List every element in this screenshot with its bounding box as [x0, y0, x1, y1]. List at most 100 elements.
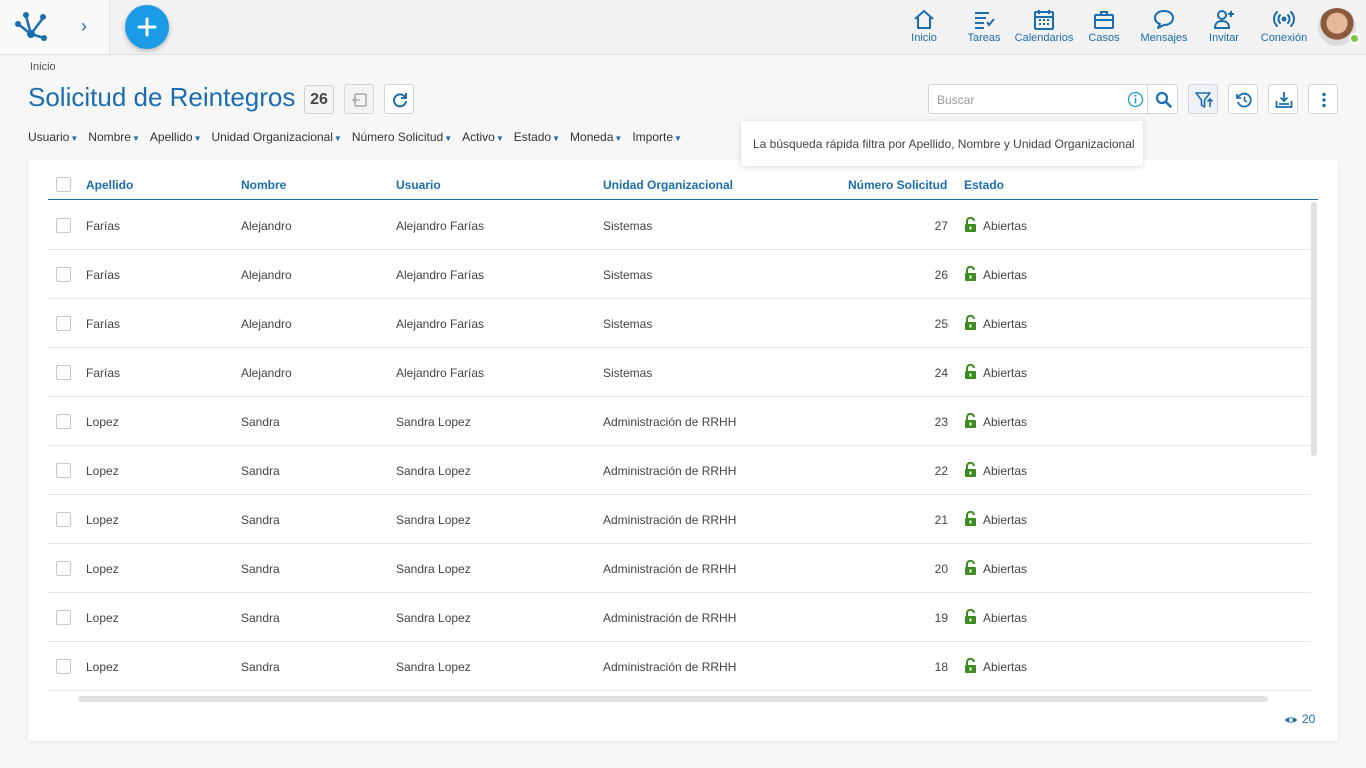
- chevron-down-icon: ▼: [552, 134, 561, 143]
- nav-invite[interactable]: Invitar: [1204, 8, 1244, 48]
- expand-menu-button[interactable]: ›: [74, 15, 94, 37]
- table-cell-number: 27: [934, 219, 948, 233]
- row-checkbox[interactable]: [56, 512, 71, 527]
- status-label: Abiertas: [983, 611, 1028, 625]
- vertical-scrollbar[interactable]: [1311, 202, 1317, 456]
- row-checkbox[interactable]: [56, 463, 71, 478]
- nav-home[interactable]: Inicio: [904, 8, 944, 48]
- unlock-icon: [965, 413, 976, 428]
- filter-usuario[interactable]: Usuario▼: [28, 130, 78, 144]
- table-row[interactable]: Lopez Sandra Sandra Lopez Administración de…: [48, 544, 1311, 593]
- table-cell: Sandra Lopez: [396, 464, 471, 478]
- table-cell: Alejandro Farías: [396, 317, 485, 331]
- horizontal-scrollbar[interactable]: [78, 696, 1268, 702]
- column-header-estado[interactable]: Estado: [964, 178, 1004, 192]
- filter-label: Moneda: [570, 130, 614, 144]
- unlock-icon: [965, 511, 976, 526]
- filter-moneda[interactable]: Moneda▼: [570, 130, 622, 144]
- search-input[interactable]: [937, 91, 1117, 109]
- tasks-icon: [975, 12, 995, 29]
- history-button[interactable]: [1228, 84, 1258, 114]
- chevron-down-icon: ▼: [614, 134, 623, 143]
- table-cell: Alejandro: [241, 366, 292, 380]
- table-row[interactable]: Lopez Sandra Sandra Lopez Administración de…: [48, 446, 1311, 495]
- row-checkbox[interactable]: [56, 414, 71, 429]
- filter-numero-solicitud[interactable]: Número Solicitud▼: [352, 130, 452, 144]
- table-row[interactable]: Farías Alejandro Alejandro Farías Sistemas 2…: [48, 348, 1311, 397]
- column-header-usuario[interactable]: Usuario: [396, 178, 441, 192]
- chevron-down-icon: ▼: [495, 134, 504, 143]
- filter-apellido[interactable]: Apellido▼: [150, 130, 202, 144]
- filter-importe[interactable]: Importe▼: [632, 130, 682, 144]
- nav-cases[interactable]: Casos: [1084, 8, 1124, 48]
- home-icon: [914, 10, 934, 29]
- filter-estado[interactable]: Estado▼: [514, 130, 560, 144]
- table-cell: Sandra: [241, 464, 280, 478]
- export-button[interactable]: [1268, 84, 1298, 114]
- info-icon[interactable]: [1127, 91, 1144, 108]
- status-label: Abiertas: [983, 562, 1028, 576]
- table-row[interactable]: Lopez Sandra Sandra Lopez Administración de…: [48, 397, 1311, 446]
- filter-unidad-organizacional[interactable]: Unidad Organizacional▼: [212, 130, 342, 144]
- filter-nombre[interactable]: Nombre▼: [88, 130, 140, 144]
- table-row[interactable]: Farías Alejandro Alejandro Farías Sistemas 2…: [48, 201, 1311, 250]
- search-box: [928, 84, 1148, 114]
- status-label: Abiertas: [983, 219, 1028, 233]
- table-row[interactable]: Lopez Sandra Sandra Lopez Administración de…: [48, 593, 1311, 642]
- filter-bar: Usuario▼ Nombre▼ Apellido▼ Unidad Organizac…: [28, 128, 692, 144]
- table-cell: Lopez: [86, 464, 119, 478]
- row-checkbox[interactable]: [56, 659, 71, 674]
- download-icon: [1275, 92, 1293, 108]
- nav-connection[interactable]: Conexión: [1258, 8, 1310, 48]
- table-cell: Lopez: [86, 660, 119, 674]
- table-cell: Sistemas: [603, 366, 653, 380]
- table-row[interactable]: Farías Alejandro Alejandro Farías Sistemas 2…: [48, 299, 1311, 348]
- filter-button[interactable]: [1188, 84, 1218, 114]
- logo-icon[interactable]: [12, 8, 50, 44]
- refresh-button[interactable]: [384, 84, 414, 114]
- plus-icon: [137, 17, 157, 37]
- table-cell: Farías: [86, 268, 121, 282]
- search-button[interactable]: [1147, 84, 1178, 114]
- table-cell: Alejandro: [241, 219, 292, 233]
- column-header-numero-solicitud[interactable]: Número Solicitud: [848, 178, 947, 192]
- column-header-apellido[interactable]: Apellido: [86, 178, 133, 192]
- chevron-down-icon: ▼: [193, 134, 202, 143]
- column-header-nombre[interactable]: Nombre: [241, 178, 286, 192]
- status-label: Abiertas: [983, 268, 1028, 282]
- nav-messages[interactable]: Mensajes: [1136, 8, 1192, 48]
- filter-label: Nombre: [88, 130, 131, 144]
- row-checkbox[interactable]: [56, 316, 71, 331]
- table-cell-number: 20: [934, 562, 948, 576]
- back-button[interactable]: [344, 84, 374, 114]
- filter-activo[interactable]: Activo▼: [462, 130, 504, 144]
- table-row[interactable]: Farías Alejandro Alejandro Farías Sistemas 2…: [48, 250, 1311, 299]
- filter-label: Número Solicitud: [351, 130, 444, 144]
- table-cell: Alejandro Farías: [396, 366, 485, 380]
- breadcrumb[interactable]: Inicio: [30, 61, 56, 73]
- page-size-indicator[interactable]: 20: [1284, 712, 1315, 726]
- select-all-checkbox[interactable]: [56, 177, 71, 192]
- unlock-icon: [965, 658, 976, 673]
- table-row[interactable]: Lopez Sandra Sandra Lopez Administración de…: [48, 642, 1311, 691]
- row-checkbox[interactable]: [56, 267, 71, 282]
- nav-label: Calendarios: [1014, 32, 1074, 44]
- unlock-icon: [965, 315, 976, 330]
- table-cell: Lopez: [86, 611, 119, 625]
- calendar-icon: [1034, 10, 1054, 30]
- row-checkbox[interactable]: [56, 365, 71, 380]
- row-checkbox[interactable]: [56, 610, 71, 625]
- row-checkbox[interactable]: [56, 218, 71, 233]
- nav-calendars[interactable]: Calendarios: [1014, 8, 1074, 48]
- row-checkbox[interactable]: [56, 561, 71, 576]
- table-cell-number: 23: [934, 415, 948, 429]
- table-row[interactable]: Lopez Sandra Sandra Lopez Administración de…: [48, 495, 1311, 544]
- nav-label: Invitar: [1209, 32, 1239, 44]
- add-button[interactable]: [125, 5, 169, 49]
- online-status-dot: [1349, 33, 1360, 44]
- column-header-unidad-organizacional[interactable]: Unidad Organizacional: [603, 178, 733, 192]
- chevron-down-icon: ▼: [674, 134, 682, 143]
- nav-tasks[interactable]: Tareas: [964, 8, 1004, 48]
- table-cell: Farías: [86, 317, 121, 331]
- more-options-button[interactable]: [1308, 84, 1338, 114]
